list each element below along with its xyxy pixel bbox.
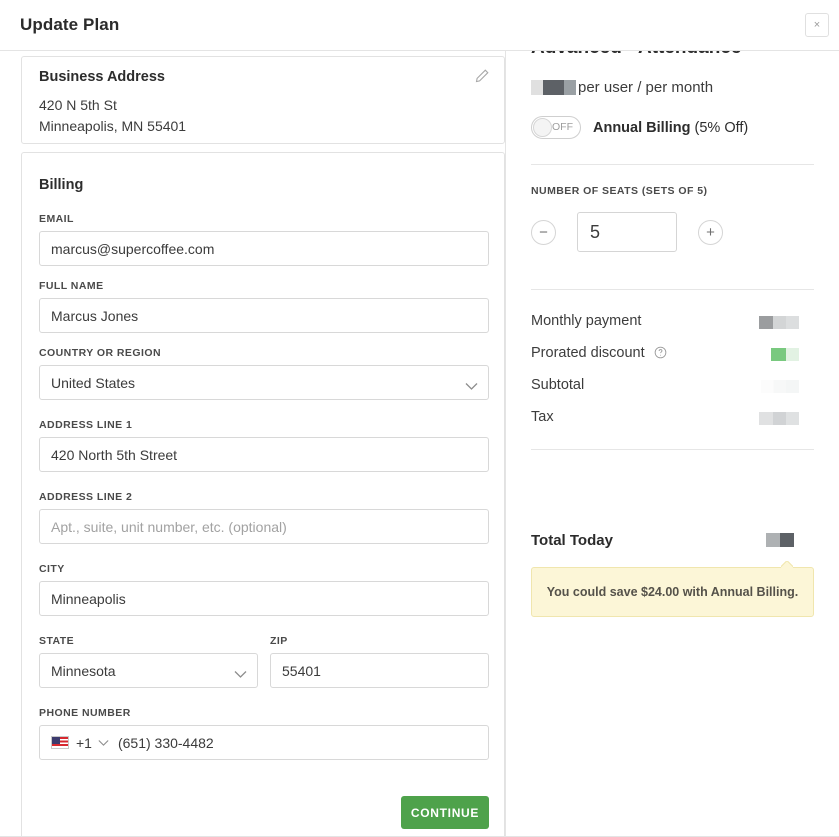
zip-input[interactable] (270, 653, 489, 688)
plan-summary-column: Advanced - Attendance per user / per mon… (507, 51, 839, 837)
summary-value-redacted (771, 348, 799, 361)
address-line1-label: ADDRESS LINE 1 (39, 419, 133, 431)
summary-value-redacted (759, 316, 799, 329)
savings-banner-text: You could save $24.00 with Annual Billin… (546, 585, 799, 599)
business-address-card: Business Address 420 N 5th St Minneapoli… (21, 56, 505, 144)
summary-label: Prorated discount (531, 345, 667, 363)
phone-input-wrap[interactable]: +1 (651) 330-4482 (39, 725, 489, 760)
toggle-knob (533, 118, 552, 137)
plan-price-redacted (531, 80, 576, 95)
page-title: Update Plan (20, 15, 120, 34)
annual-billing-toggle[interactable]: OFF (531, 116, 581, 139)
annual-billing-row: OFF Annual Billing (5% Off) (531, 116, 748, 139)
close-icon: × (813, 18, 821, 31)
city-label: CITY (39, 563, 65, 575)
city-input[interactable] (39, 581, 489, 616)
update-plan-modal: Update Plan × Business Address 420 N 5th… (0, 0, 839, 837)
state-select-wrap (39, 653, 258, 688)
plan-name: Advanced - Attendance (531, 51, 741, 59)
continue-button[interactable]: CONTINUE (401, 796, 489, 829)
help-circle-icon[interactable] (654, 346, 667, 363)
decrement-seats-button[interactable]: − (531, 219, 556, 245)
savings-banner: You could save $24.00 with Annual Billin… (531, 567, 814, 617)
summary-row-monthly-payment: Monthly payment (531, 313, 814, 333)
annual-billing-discount: (5% Off) (694, 119, 749, 136)
seats-input[interactable] (577, 212, 677, 252)
business-address-title: Business Address (39, 69, 165, 85)
zip-field-group: ZIP (270, 635, 489, 688)
summary-value-redacted (759, 412, 799, 425)
business-address-line2: Minneapolis, MN 55401 (39, 118, 187, 134)
address-line1-input[interactable] (39, 437, 489, 472)
state-field-group: STATE (39, 635, 258, 688)
zip-label: ZIP (270, 635, 288, 647)
fullname-field-group: FULL NAME (39, 280, 489, 333)
phone-label: PHONE NUMBER (39, 707, 131, 719)
country-select-wrap (39, 365, 489, 400)
total-today-value-redacted (766, 533, 794, 547)
total-today-label: Total Today (531, 532, 613, 549)
seats-stepper: − + (531, 212, 723, 252)
divider (531, 164, 814, 165)
chevron-down-icon[interactable] (98, 739, 109, 747)
email-field-group: EMAIL (39, 213, 489, 266)
divider (531, 449, 814, 450)
city-field-group: CITY (39, 563, 489, 616)
address-line2-input[interactable] (39, 509, 489, 544)
billing-card: Billing EMAIL FULL NAME COUNTRY OR REGIO… (21, 152, 505, 837)
fullname-input[interactable] (39, 298, 489, 333)
billing-title: Billing (39, 177, 84, 193)
banner-arrow-icon (781, 561, 793, 568)
phone-dial-code[interactable]: +1 (76, 735, 92, 751)
fullname-label: FULL NAME (39, 280, 104, 292)
phone-number-value[interactable]: (651) 330-4482 (118, 735, 214, 751)
email-input[interactable] (39, 231, 489, 266)
modal-header: Update Plan × (0, 0, 839, 51)
business-address-line1: 420 N 5th St (39, 97, 117, 113)
summary-label-text: Prorated discount (531, 345, 645, 361)
plan-price-suffix: per user / per month (578, 79, 714, 96)
summary-value-redacted (761, 380, 799, 393)
pencil-icon[interactable] (474, 68, 490, 84)
summary-label: Tax (531, 409, 554, 425)
divider (531, 289, 814, 290)
phone-field-group: PHONE NUMBER +1 (651) 330-4482 (39, 707, 489, 760)
plan-price-row: per user / per month (531, 79, 713, 96)
country-field-group: COUNTRY OR REGION (39, 347, 489, 400)
increment-seats-button[interactable]: + (698, 219, 723, 245)
email-label: EMAIL (39, 213, 74, 225)
country-select[interactable] (39, 365, 489, 400)
summary-row-prorated-discount: Prorated discount (531, 345, 814, 365)
annual-billing-title: Annual Billing (593, 119, 691, 136)
annual-billing-label: Annual Billing (5% Off) (593, 120, 748, 136)
state-label: STATE (39, 635, 75, 647)
us-flag-icon (51, 736, 69, 749)
close-button[interactable]: × (805, 13, 829, 37)
billing-form-column: Business Address 420 N 5th St Minneapoli… (0, 51, 506, 837)
country-label: COUNTRY OR REGION (39, 347, 161, 359)
address-line1-field-group: ADDRESS LINE 1 (39, 419, 489, 472)
seats-label: NUMBER OF SEATS (SETS OF 5) (531, 185, 708, 197)
summary-row-tax: Tax (531, 409, 814, 429)
summary-label: Monthly payment (531, 313, 642, 329)
summary-label: Subtotal (531, 377, 585, 393)
summary-row-subtotal: Subtotal (531, 377, 814, 397)
state-select[interactable] (39, 653, 258, 688)
address-line2-label: ADDRESS LINE 2 (39, 491, 133, 503)
toggle-state-label: OFF (552, 121, 573, 133)
address-line2-field-group: ADDRESS LINE 2 (39, 491, 489, 544)
